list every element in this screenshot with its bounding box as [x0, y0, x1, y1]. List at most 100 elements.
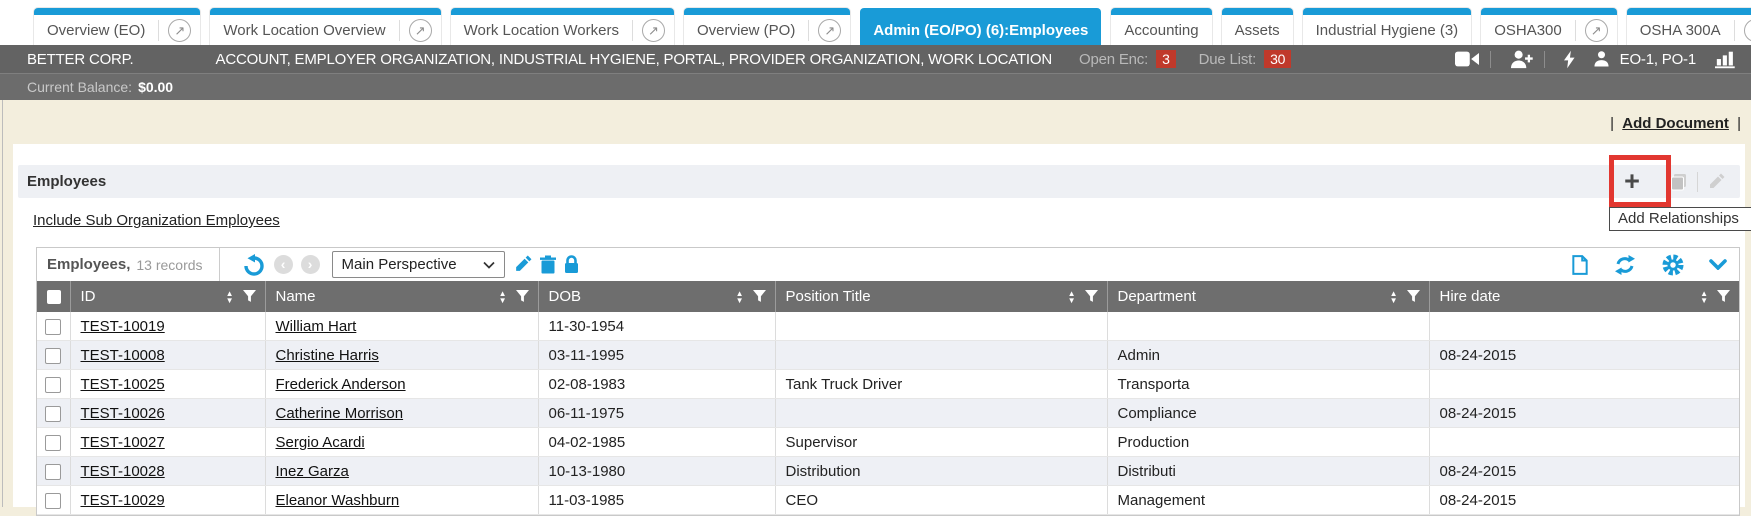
tab-label: Assets — [1222, 22, 1293, 39]
row-checkbox[interactable] — [45, 464, 61, 480]
employee-id-link[interactable]: TEST-10025 — [81, 376, 165, 393]
column-header-hiredate[interactable]: Hire date ▲▼ — [1429, 281, 1739, 312]
tab-industrial-hygiene[interactable]: Industrial Hygiene (3) — [1303, 8, 1472, 45]
employee-name-link[interactable]: Frederick Anderson — [276, 376, 406, 393]
sort-icon[interactable]: ▲▼ — [1068, 290, 1076, 304]
row-checkbox[interactable] — [45, 348, 61, 364]
sort-icon[interactable]: ▲▼ — [499, 290, 507, 304]
delete-perspective-button[interactable] — [540, 255, 556, 274]
filter-icon[interactable] — [516, 290, 529, 303]
due-list-badge[interactable]: 30 — [1264, 50, 1291, 68]
column-header-name[interactable]: Name ▲▼ — [265, 281, 538, 312]
employee-name-link[interactable]: William Hart — [276, 318, 357, 335]
tab-label: Industrial Hygiene (3) — [1303, 22, 1472, 39]
tab-work-location-overview[interactable]: Work Location Overview ↗ — [210, 8, 440, 45]
employee-name-link[interactable]: Christine Harris — [276, 347, 379, 364]
settings-button[interactable] — [1662, 254, 1684, 276]
select-all-header — [37, 281, 70, 312]
tab-work-location-workers[interactable]: Work Location Workers ↗ — [451, 8, 674, 45]
row-checkbox[interactable] — [45, 377, 61, 393]
perspective-select[interactable]: Main Perspective — [332, 251, 505, 278]
add-person-icon[interactable] — [1510, 50, 1533, 69]
open-in-new-button[interactable]: ↗ — [399, 20, 441, 41]
open-enc-badge[interactable]: 3 — [1156, 50, 1176, 68]
table-row: TEST-10025 Frederick Anderson 02-08-1983… — [37, 370, 1739, 399]
open-in-new-button[interactable]: ↗ — [808, 20, 850, 41]
edit-button-disabled[interactable] — [1698, 173, 1734, 191]
column-label: DOB — [549, 288, 736, 305]
undo-button[interactable] — [242, 254, 266, 276]
column-label: Hire date — [1440, 288, 1701, 305]
employee-name-link[interactable]: Eleanor Washburn — [276, 492, 400, 509]
filter-icon[interactable] — [1085, 290, 1098, 303]
person-icon[interactable] — [1594, 50, 1609, 68]
row-checkbox[interactable] — [45, 319, 61, 335]
select-all-checkbox[interactable] — [47, 290, 61, 304]
row-checkbox[interactable] — [45, 493, 61, 509]
tab-accounting[interactable]: Accounting — [1111, 8, 1211, 45]
employee-name-link[interactable]: Sergio Acardi — [276, 434, 365, 451]
tab-osha300[interactable]: OSHA300 ↗ — [1481, 8, 1617, 45]
include-sub-organization-link[interactable]: Include Sub Organization Employees — [33, 212, 280, 229]
filter-icon[interactable] — [243, 290, 256, 303]
open-in-new-button[interactable]: ↗ — [158, 20, 200, 41]
employee-id-link[interactable]: TEST-10029 — [81, 492, 165, 509]
copy-button-disabled[interactable] — [1661, 173, 1697, 191]
employee-id-link[interactable]: TEST-10026 — [81, 405, 165, 422]
employee-name-link[interactable]: Inez Garza — [276, 463, 349, 480]
open-in-new-button[interactable]: ↗ — [632, 20, 674, 41]
tab-overview-po[interactable]: Overview (PO) ↗ — [684, 8, 850, 45]
tab-admin-employees-active[interactable]: Admin (EO/PO) (6):Employees — [860, 8, 1101, 45]
add-relationships-button[interactable]: + — [1605, 168, 1659, 195]
employee-id-link[interactable]: TEST-10027 — [81, 434, 165, 451]
column-header-id[interactable]: ID ▲▼ — [70, 281, 265, 312]
open-in-new-button[interactable]: ↗ — [1734, 20, 1751, 41]
filter-icon[interactable] — [753, 290, 766, 303]
refresh-button[interactable] — [1613, 255, 1637, 275]
pencil-icon — [1707, 173, 1725, 191]
sort-icon[interactable]: ▲▼ — [1390, 290, 1398, 304]
tab-assets[interactable]: Assets — [1222, 8, 1293, 45]
employee-id-link[interactable]: TEST-10008 — [81, 347, 165, 364]
add-document-link[interactable]: Add Document — [1622, 115, 1729, 132]
position-cell: Supervisor — [775, 428, 1107, 457]
edit-perspective-button[interactable] — [513, 255, 532, 274]
table-row: TEST-10026 Catherine Morrison 06-11-1975… — [37, 399, 1739, 428]
section-title: Employees — [18, 173, 106, 190]
dob-cell: 04-02-1985 — [538, 428, 775, 457]
gear-icon — [1662, 254, 1684, 276]
row-checkbox[interactable] — [45, 435, 61, 451]
sort-icon[interactable]: ▲▼ — [736, 290, 744, 304]
export-document-button[interactable] — [1572, 255, 1588, 275]
collapse-button[interactable] — [1709, 259, 1727, 270]
lock-button[interactable] — [564, 255, 579, 274]
tab-overview-eo[interactable]: Overview (EO) ↗ — [34, 8, 200, 45]
next-button-disabled[interactable]: › — [301, 255, 320, 274]
bar-chart-icon[interactable] — [1715, 50, 1737, 69]
add-relationships-tooltip: Add Relationships — [1609, 207, 1751, 231]
department-cell: Production — [1107, 428, 1429, 457]
table-row: TEST-10008 Christine Harris 03-11-1995 A… — [37, 341, 1739, 370]
open-in-new-button[interactable]: ↗ — [1575, 20, 1617, 41]
section-header-actions: + — [1605, 165, 1740, 198]
hiredate-cell — [1429, 312, 1739, 341]
dob-cell: 06-11-1975 — [538, 399, 775, 428]
sort-icon[interactable]: ▲▼ — [1700, 290, 1708, 304]
tab-osha300a[interactable]: OSHA 300A ↗ — [1627, 8, 1751, 45]
column-header-position[interactable]: Position Title ▲▼ — [775, 281, 1107, 312]
lightning-icon[interactable] — [1564, 50, 1575, 69]
arrow-up-right-icon: ↗ — [642, 19, 665, 42]
video-camera-icon[interactable] — [1455, 51, 1479, 67]
employee-id-link[interactable]: TEST-10028 — [81, 463, 165, 480]
employee-id-link[interactable]: TEST-10019 — [81, 318, 165, 335]
column-header-department[interactable]: Department ▲▼ — [1107, 281, 1429, 312]
filter-icon[interactable] — [1407, 290, 1420, 303]
row-checkbox[interactable] — [45, 406, 61, 422]
employee-name-link[interactable]: Catherine Morrison — [276, 405, 404, 422]
column-header-dob[interactable]: DOB ▲▼ — [538, 281, 775, 312]
prev-button-disabled[interactable]: ‹ — [274, 255, 293, 274]
position-cell: CEO — [775, 486, 1107, 515]
filter-icon[interactable] — [1717, 290, 1730, 303]
table-row: TEST-10027 Sergio Acardi 04-02-1985 Supe… — [37, 428, 1739, 457]
sort-icon[interactable]: ▲▼ — [226, 290, 234, 304]
